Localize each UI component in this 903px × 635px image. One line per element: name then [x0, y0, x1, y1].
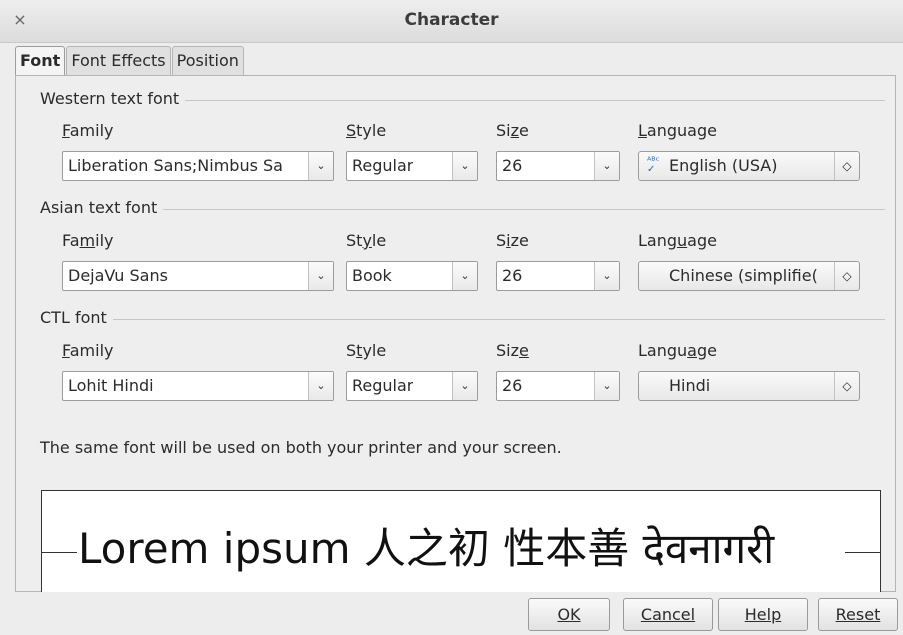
western-family-combo[interactable]: Liberation Sans;Nimbus Sa ⌄ [62, 151, 334, 181]
western-style-value: Regular [352, 156, 414, 175]
ctl-size-value: 26 [502, 376, 523, 395]
printer-screen-note: The same font will be used on both your … [40, 438, 562, 457]
chevron-down-icon[interactable]: ⌄ [452, 152, 477, 180]
western-group-title: Western text font [40, 89, 186, 108]
title-bar: × Character [0, 0, 903, 43]
western-language-value: English (USA) [669, 156, 778, 175]
ok-button-label: OK [557, 605, 581, 624]
asian-family-value: DejaVu Sans [68, 266, 168, 285]
window-title: Character [404, 10, 499, 30]
ctl-style-label: Style [346, 341, 387, 360]
asian-size-value: 26 [502, 266, 523, 285]
ctl-family-value: Lohit Hindi [68, 376, 154, 395]
ctl-language-select[interactable]: Hindi ◇ [638, 371, 860, 401]
western-style-label: Style [346, 121, 387, 140]
western-language-select[interactable]: ᴬᴮᶜ ✓ English (USA) ◇ [638, 151, 860, 181]
tab-position[interactable]: Position [171, 46, 244, 75]
western-family-label: Family [62, 121, 114, 140]
tab-font[interactable]: Font [15, 46, 66, 77]
chevron-down-icon[interactable]: ⌄ [452, 372, 477, 400]
western-size-label: Size [496, 121, 529, 140]
cancel-button-label: Cancel [640, 605, 696, 624]
asian-style-value: Book [352, 266, 392, 285]
up-down-spin-icon[interactable]: ◇ [834, 372, 859, 400]
up-down-spin-icon[interactable]: ◇ [834, 152, 859, 180]
chevron-down-icon[interactable]: ⌄ [594, 262, 619, 290]
western-style-combo[interactable]: Regular ⌄ [346, 151, 478, 181]
ctl-family-label: Family [62, 341, 114, 360]
ok-button[interactable]: OK [528, 598, 610, 631]
asian-size-combo[interactable]: 26 ⌄ [496, 261, 620, 291]
tab-bar: Font Font Effects Position [15, 46, 245, 77]
asian-family-label: Family [62, 231, 114, 250]
asian-style-combo[interactable]: Book ⌄ [346, 261, 478, 291]
chevron-down-icon[interactable]: ⌄ [594, 372, 619, 400]
chevron-down-icon[interactable]: ⌄ [452, 262, 477, 290]
chevron-down-icon[interactable]: ⌄ [308, 262, 333, 290]
ctl-style-value: Regular [352, 376, 414, 395]
asian-language-value: Chinese (simplifie( [669, 266, 818, 285]
asian-style-label: Style [346, 231, 387, 250]
ctl-style-combo[interactable]: Regular ⌄ [346, 371, 478, 401]
group-divider [40, 209, 885, 210]
reset-button[interactable]: Reset [818, 598, 898, 631]
preview-text: Lorem ipsum 人之初 性本善 देवनागरी [78, 524, 775, 573]
tab-font-effects[interactable]: Font Effects [66, 46, 171, 75]
asian-family-combo[interactable]: DejaVu Sans ⌄ [62, 261, 334, 291]
help-button-label: Help [744, 605, 782, 624]
western-size-combo[interactable]: 26 ⌄ [496, 151, 620, 181]
preview-baseline-left [42, 552, 77, 553]
preview-baseline-right [845, 552, 880, 553]
asian-size-label: Size [496, 231, 529, 250]
ctl-group-title: CTL font [40, 308, 113, 327]
chevron-down-icon[interactable]: ⌄ [308, 372, 333, 400]
spellcheck-icon: ᴬᴮᶜ ✓ [647, 156, 660, 175]
group-divider [40, 319, 885, 320]
font-tab-panel: Western text font Family Style Size Lang… [15, 75, 896, 592]
chevron-down-icon[interactable]: ⌄ [594, 152, 619, 180]
ctl-language-label: Language [638, 341, 717, 360]
chevron-down-icon[interactable]: ⌄ [308, 152, 333, 180]
up-down-spin-icon[interactable]: ◇ [834, 262, 859, 290]
ctl-size-combo[interactable]: 26 ⌄ [496, 371, 620, 401]
font-preview: Lorem ipsum 人之初 性本善 देवनागरी [41, 490, 881, 592]
asian-group-title: Asian text font [40, 198, 164, 217]
asian-language-label: Language [638, 231, 717, 250]
ctl-family-combo[interactable]: Lohit Hindi ⌄ [62, 371, 334, 401]
asian-language-select[interactable]: Chinese (simplifie( ◇ [638, 261, 860, 291]
reset-button-label: Reset [835, 605, 881, 624]
western-language-label: Language [638, 121, 717, 140]
cancel-button[interactable]: Cancel [623, 598, 713, 631]
western-size-value: 26 [502, 156, 523, 175]
ctl-language-value: Hindi [669, 376, 711, 395]
ctl-size-label: Size [496, 341, 529, 360]
western-family-value: Liberation Sans;Nimbus Sa [68, 156, 283, 175]
help-button[interactable]: Help [718, 598, 808, 631]
